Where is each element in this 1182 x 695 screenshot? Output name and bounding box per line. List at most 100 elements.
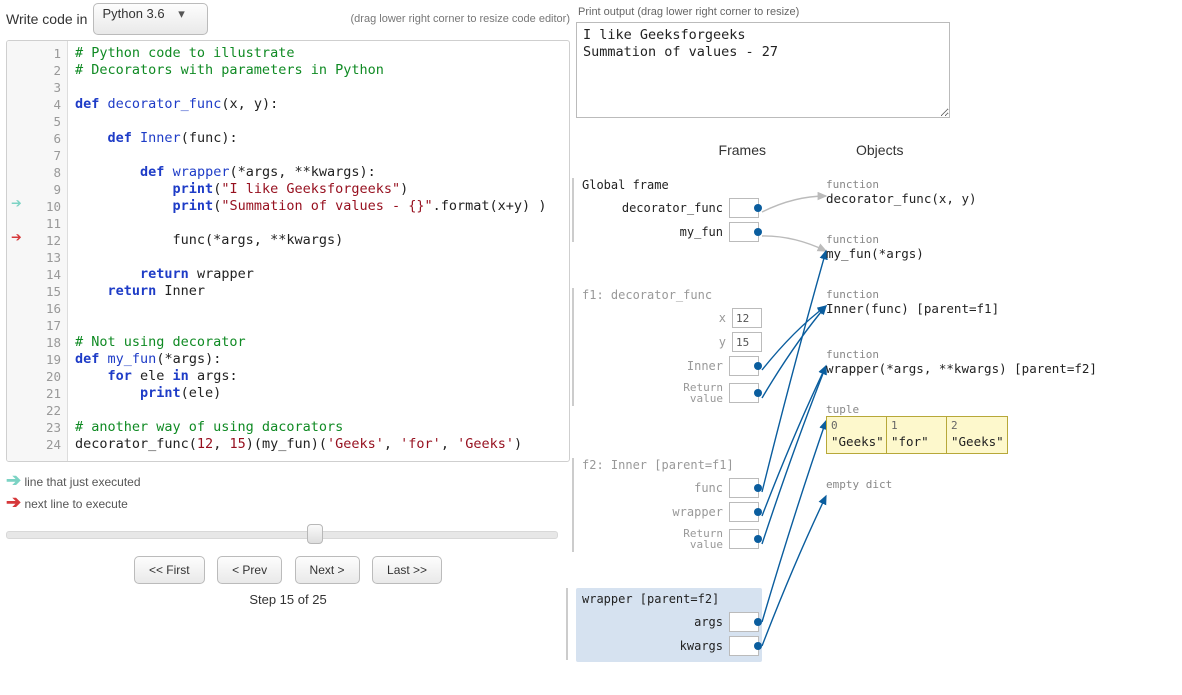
first-button[interactable]: << First bbox=[134, 556, 205, 584]
tuple-cell: 2"Geeks" bbox=[947, 417, 1007, 453]
line-number: 21 bbox=[37, 385, 61, 402]
line-number: 1 bbox=[37, 45, 61, 62]
pointer-arrow bbox=[762, 366, 826, 544]
frame-row: Returnvalue bbox=[582, 524, 762, 554]
code-line[interactable]: print("I like Geeksforgeeks") bbox=[75, 181, 408, 198]
code-line[interactable]: for ele in args: bbox=[75, 368, 238, 385]
step-slider[interactable] bbox=[6, 524, 558, 542]
code-line[interactable]: decorator_func(12, 15)(my_fun)('Geeks', … bbox=[75, 436, 522, 453]
line-number: 23 bbox=[37, 419, 61, 436]
slider-knob[interactable] bbox=[307, 524, 323, 544]
frame-title: Global frame bbox=[582, 178, 762, 192]
frame-box: f2: Inner [parent=f1] func wrapper Returnva… bbox=[582, 458, 762, 554]
line-number: 14 bbox=[37, 266, 61, 283]
editor-resize-hint: (drag lower right corner to resize code … bbox=[351, 13, 570, 25]
object-item: tuple0"Geeks"1"for"2"Geeks" bbox=[826, 403, 1008, 454]
output-box[interactable]: I like Geeksforgeeks Summation of values… bbox=[576, 22, 950, 118]
pointer-arrow bbox=[762, 236, 826, 251]
legend-just: line that just executed bbox=[24, 475, 140, 489]
exec-arrow-icon: ➔ bbox=[11, 195, 22, 212]
frame-row: kwargs bbox=[582, 634, 762, 658]
object-item: functionwrapper(*args, **kwargs) [parent… bbox=[826, 348, 1097, 376]
execution-legend: ➔ line that just executed ➔ next line to… bbox=[6, 470, 570, 514]
pointer-dot bbox=[754, 204, 762, 212]
code-line[interactable]: # Decorators with parameters in Python bbox=[75, 62, 384, 79]
next-arrow-icon: ➔ bbox=[11, 229, 22, 246]
frame-box: wrapper [parent=f2]argskwargs bbox=[576, 588, 762, 662]
line-number: 19 bbox=[37, 351, 61, 368]
slider-track bbox=[6, 531, 558, 539]
object-item: functiondecorator_func(x, y) bbox=[826, 178, 977, 206]
objects-header: Objects bbox=[856, 142, 903, 158]
next-button[interactable]: Next > bbox=[295, 556, 360, 584]
step-counter: Step 15 of 25 bbox=[6, 592, 570, 607]
code-line[interactable]: func(*args, **kwargs) bbox=[75, 232, 343, 249]
frame-var-name: Inner bbox=[663, 359, 729, 373]
frame-var-name: func bbox=[663, 481, 729, 495]
frame-row: decorator_func bbox=[582, 196, 762, 220]
pointer-arrow bbox=[762, 196, 826, 212]
legend-next: next line to execute bbox=[24, 497, 127, 511]
line-number: 18 bbox=[37, 334, 61, 351]
write-code-label: Write code in bbox=[6, 11, 87, 27]
line-number: 2 bbox=[37, 62, 61, 79]
pointer-arrow bbox=[762, 306, 826, 370]
frame-var-cell: 12 bbox=[732, 308, 762, 328]
code-line[interactable]: return Inner bbox=[75, 283, 205, 300]
line-number: 17 bbox=[37, 317, 61, 334]
pointer-arrow bbox=[762, 366, 826, 516]
frame-row: args bbox=[582, 610, 762, 634]
line-number: 22 bbox=[37, 402, 61, 419]
line-number: 24 bbox=[37, 436, 61, 453]
line-number: 5 bbox=[37, 113, 61, 130]
pointer-dot bbox=[754, 389, 762, 397]
pointer-arrow bbox=[762, 496, 826, 646]
arrow-green-icon: ➔ bbox=[6, 470, 21, 490]
pointer-dot bbox=[754, 508, 762, 516]
last-button[interactable]: Last >> bbox=[372, 556, 442, 584]
code-line[interactable]: print(ele) bbox=[75, 385, 221, 402]
code-line[interactable]: def Inner(func): bbox=[75, 130, 238, 147]
frame-box: Global framedecorator_funcmy_fun bbox=[582, 178, 762, 244]
code-line[interactable]: # another way of using dacorators bbox=[75, 419, 343, 436]
line-number: 4 bbox=[37, 96, 61, 113]
pointer-arrow bbox=[762, 306, 826, 398]
code-line[interactable]: return wrapper bbox=[75, 266, 254, 283]
tuple-cell: 1"for" bbox=[887, 417, 947, 453]
tuple-cell: 0"Geeks" bbox=[827, 417, 887, 453]
pointer-dot bbox=[754, 362, 762, 370]
frame-var-name: Returnvalue bbox=[663, 382, 729, 404]
code-editor[interactable]: 123456789101112131415161718192021222324 … bbox=[6, 40, 570, 462]
prev-button[interactable]: < Prev bbox=[217, 556, 282, 584]
frame-var-name: x bbox=[666, 311, 732, 325]
language-select[interactable]: Python 3.6 ▾ bbox=[93, 3, 207, 35]
code-line[interactable]: # Not using decorator bbox=[75, 334, 246, 351]
line-number: 15 bbox=[37, 283, 61, 300]
arrow-red-icon: ➔ bbox=[6, 492, 21, 512]
editor-gutter: 123456789101112131415161718192021222324 … bbox=[7, 41, 68, 461]
frame-row: func bbox=[582, 476, 762, 500]
frame-title: f2: Inner [parent=f1] bbox=[582, 458, 762, 472]
line-number: 10 bbox=[37, 198, 61, 215]
frame-var-name: wrapper bbox=[663, 505, 729, 519]
line-number: 9 bbox=[37, 181, 61, 198]
code-line[interactable]: def decorator_func(x, y): bbox=[75, 96, 278, 113]
code-line[interactable]: # Python code to illustrate bbox=[75, 45, 294, 62]
frame-row: x12 bbox=[582, 306, 762, 330]
line-number: 11 bbox=[37, 215, 61, 232]
pointer-dot bbox=[754, 618, 762, 626]
frame-var-name: y bbox=[666, 335, 732, 349]
line-number: 16 bbox=[37, 300, 61, 317]
line-number: 12 bbox=[37, 232, 61, 249]
line-number: 6 bbox=[37, 130, 61, 147]
code-line[interactable]: print("Summation of values - {}".format(… bbox=[75, 198, 546, 215]
frame-var-name: kwargs bbox=[663, 639, 729, 653]
code-line[interactable]: def my_fun(*args): bbox=[75, 351, 221, 368]
frame-row: wrapper bbox=[582, 500, 762, 524]
frame-var-cell: 15 bbox=[732, 332, 762, 352]
object-item: functionInner(func) [parent=f1] bbox=[826, 288, 999, 316]
frame-title: f1: decorator_func bbox=[582, 288, 762, 302]
frame-row: Returnvalue bbox=[582, 378, 762, 408]
code-line[interactable]: def wrapper(*args, **kwargs): bbox=[75, 164, 376, 181]
line-number: 3 bbox=[37, 79, 61, 96]
